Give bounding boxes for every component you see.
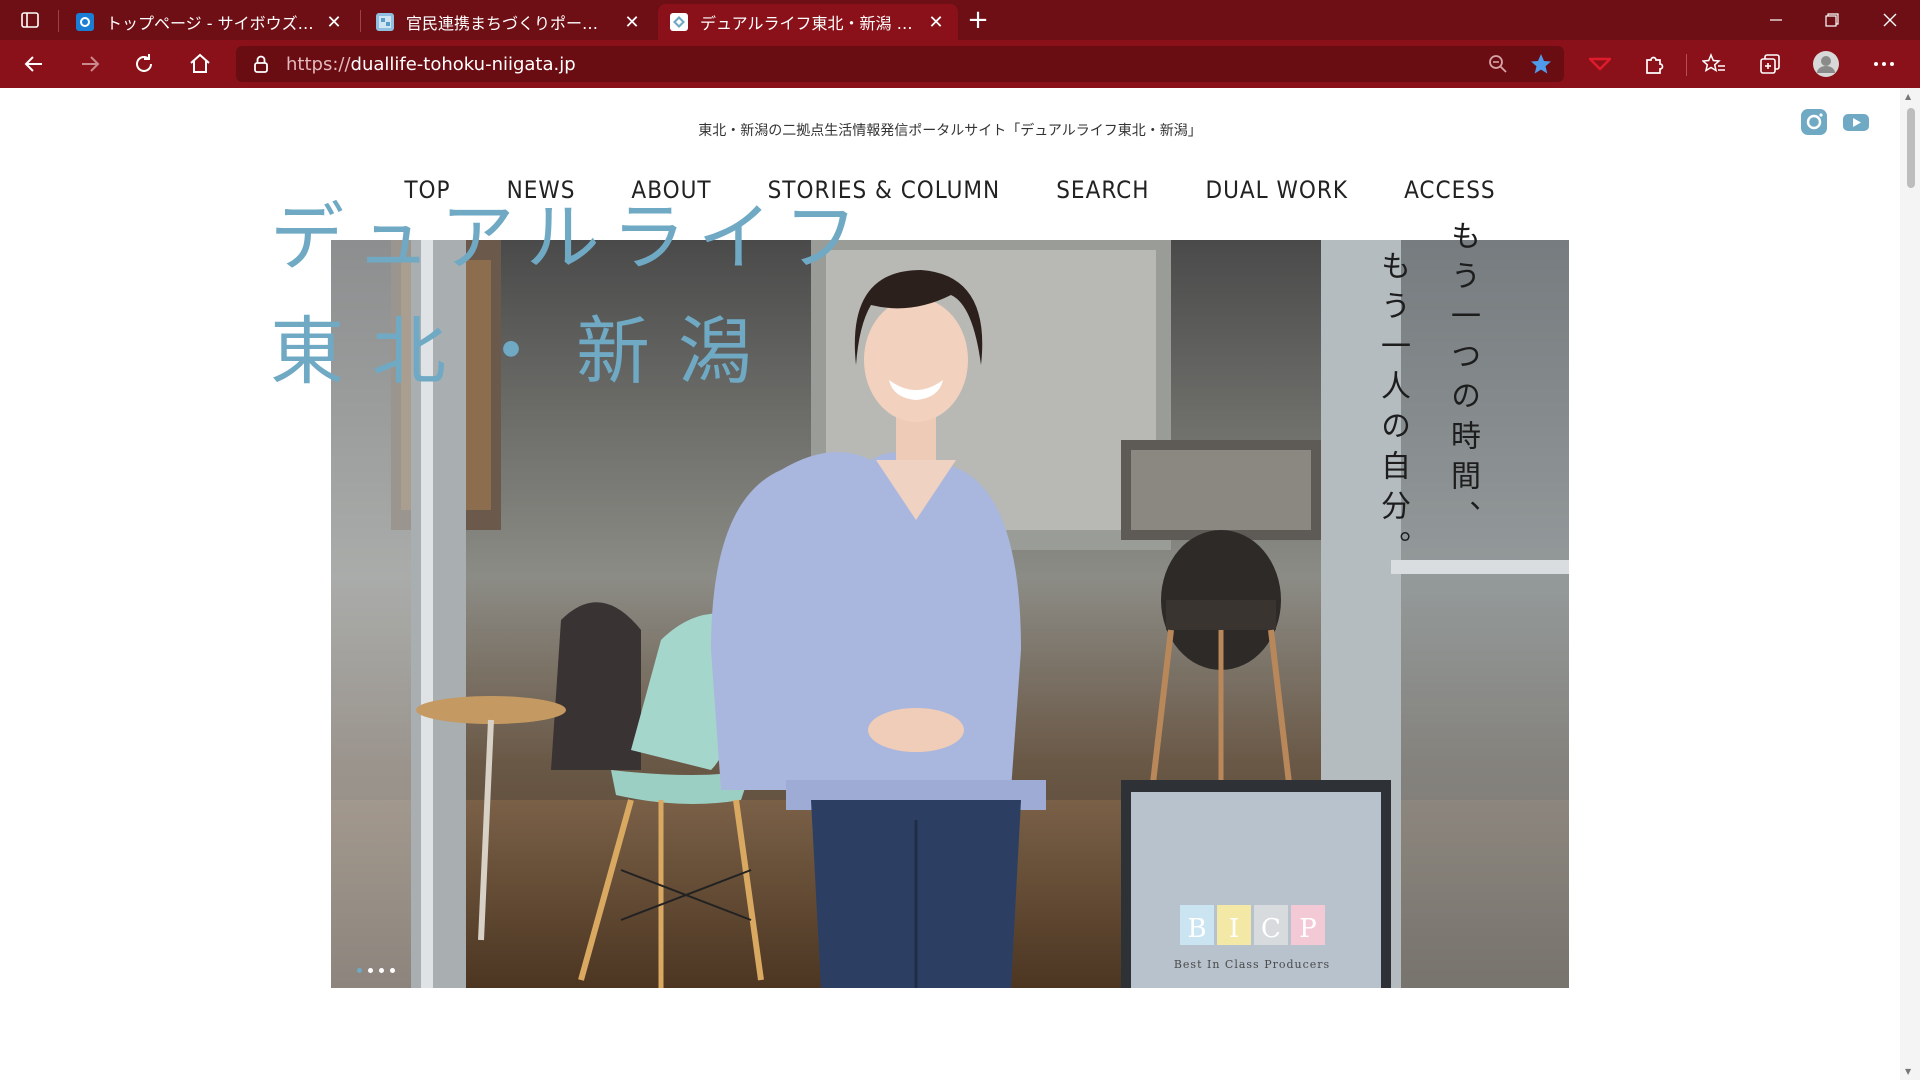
- tab-separator: [58, 10, 59, 32]
- profile-avatar-icon[interactable]: [1808, 46, 1844, 82]
- close-icon[interactable]: ✕: [926, 12, 946, 33]
- close-icon[interactable]: ✕: [324, 12, 344, 33]
- back-icon[interactable]: [16, 46, 52, 82]
- refresh-icon[interactable]: [126, 46, 162, 82]
- extensions-puzzle-icon[interactable]: [1636, 46, 1672, 82]
- nav-dual-work[interactable]: DUAL WORK: [1205, 176, 1348, 204]
- favorite-star-icon[interactable]: [1530, 53, 1552, 79]
- extension-icon[interactable]: [1582, 46, 1618, 82]
- nav-search[interactable]: SEARCH: [1056, 176, 1149, 204]
- nav-access[interactable]: ACCESS: [1404, 176, 1496, 204]
- address-bar[interactable]: https://duallife-tohoku-niigata.jp: [236, 46, 1564, 82]
- scroll-up-icon[interactable]: ▲: [1905, 92, 1911, 101]
- new-tab-icon[interactable]: +: [960, 2, 996, 38]
- close-window-icon[interactable]: [1862, 0, 1918, 40]
- sign-letter-b-text: B: [1187, 914, 1206, 944]
- tab-bar: トップページ - サイボウズ Office ✕ 官民連携まちづくりポータルサイト…: [0, 0, 1920, 40]
- url-host: duallife-tohoku-niigata.jp: [350, 53, 576, 75]
- url-protocol: https://: [286, 53, 351, 75]
- sign-letter-i-text: I: [1229, 914, 1239, 944]
- vertical-copy-2: もう一人の自分。: [1375, 250, 1410, 570]
- duallife-icon: [670, 13, 688, 31]
- scrollbar-thumb[interactable]: [1907, 108, 1915, 188]
- tab-actions-icon[interactable]: [12, 2, 48, 38]
- home-icon[interactable]: [182, 46, 218, 82]
- tab-title: 官民連携まちづくりポータルサイト｜国土交通省: [406, 14, 614, 33]
- restore-icon[interactable]: [1804, 0, 1860, 40]
- cybozu-icon: [76, 13, 94, 31]
- slideshow-dots: [357, 968, 395, 973]
- forward-icon[interactable]: [72, 46, 108, 82]
- slide-dot[interactable]: [390, 968, 395, 973]
- youtube-icon[interactable]: [1842, 108, 1870, 136]
- minimize-icon[interactable]: [1748, 0, 1804, 40]
- slide-dot[interactable]: [357, 968, 362, 973]
- lock-icon[interactable]: [252, 54, 270, 78]
- slide-dot[interactable]: [379, 968, 384, 973]
- collections-icon[interactable]: [1752, 46, 1788, 82]
- close-icon[interactable]: ✕: [622, 12, 642, 33]
- scroll-down-icon[interactable]: ▼: [1905, 1067, 1911, 1076]
- brand-title-line2: 東北・新潟: [270, 309, 780, 395]
- tab-duallife[interactable]: デュアルライフ東北・新潟 – 東北・新潟 ✕: [658, 4, 958, 40]
- scrollbar[interactable]: ▲ ▼: [1900, 88, 1920, 1080]
- vertical-copy-1: もう一つの時間、: [1445, 220, 1480, 540]
- slide-dot[interactable]: [368, 968, 373, 973]
- more-menu-icon[interactable]: [1866, 46, 1902, 82]
- tab-title: デュアルライフ東北・新潟 – 東北・新潟: [700, 14, 918, 33]
- brand-title-line1: デュアルライフ: [270, 195, 870, 281]
- site-tagline: 東北・新潟の二拠点生活情報発信ポータルサイト「デュアルライフ東北・新潟」: [698, 123, 1202, 139]
- sign-letter-c-text: C: [1261, 914, 1281, 944]
- tab-portal[interactable]: 官民連携まちづくりポータルサイト｜国土交通省 ✕: [364, 4, 654, 40]
- sign-letter-p-text: P: [1299, 914, 1317, 944]
- browser-chrome: トップページ - サイボウズ Office ✕ 官民連携まちづくりポータルサイト…: [0, 0, 1920, 88]
- instagram-icon[interactable]: [1800, 108, 1828, 136]
- zoom-icon[interactable]: [1488, 54, 1508, 78]
- toolbar-separator: [1686, 54, 1687, 76]
- tab-cybozu[interactable]: トップページ - サイボウズ Office ✕: [64, 4, 356, 40]
- url-text[interactable]: https://duallife-tohoku-niigata.jp: [286, 54, 576, 75]
- sign-caption: Best In Class Producers: [1174, 958, 1330, 971]
- portal-icon: [376, 13, 394, 31]
- tab-separator: [360, 10, 361, 32]
- tab-title: トップページ - サイボウズ Office: [106, 14, 316, 33]
- favorites-icon[interactable]: [1696, 46, 1732, 82]
